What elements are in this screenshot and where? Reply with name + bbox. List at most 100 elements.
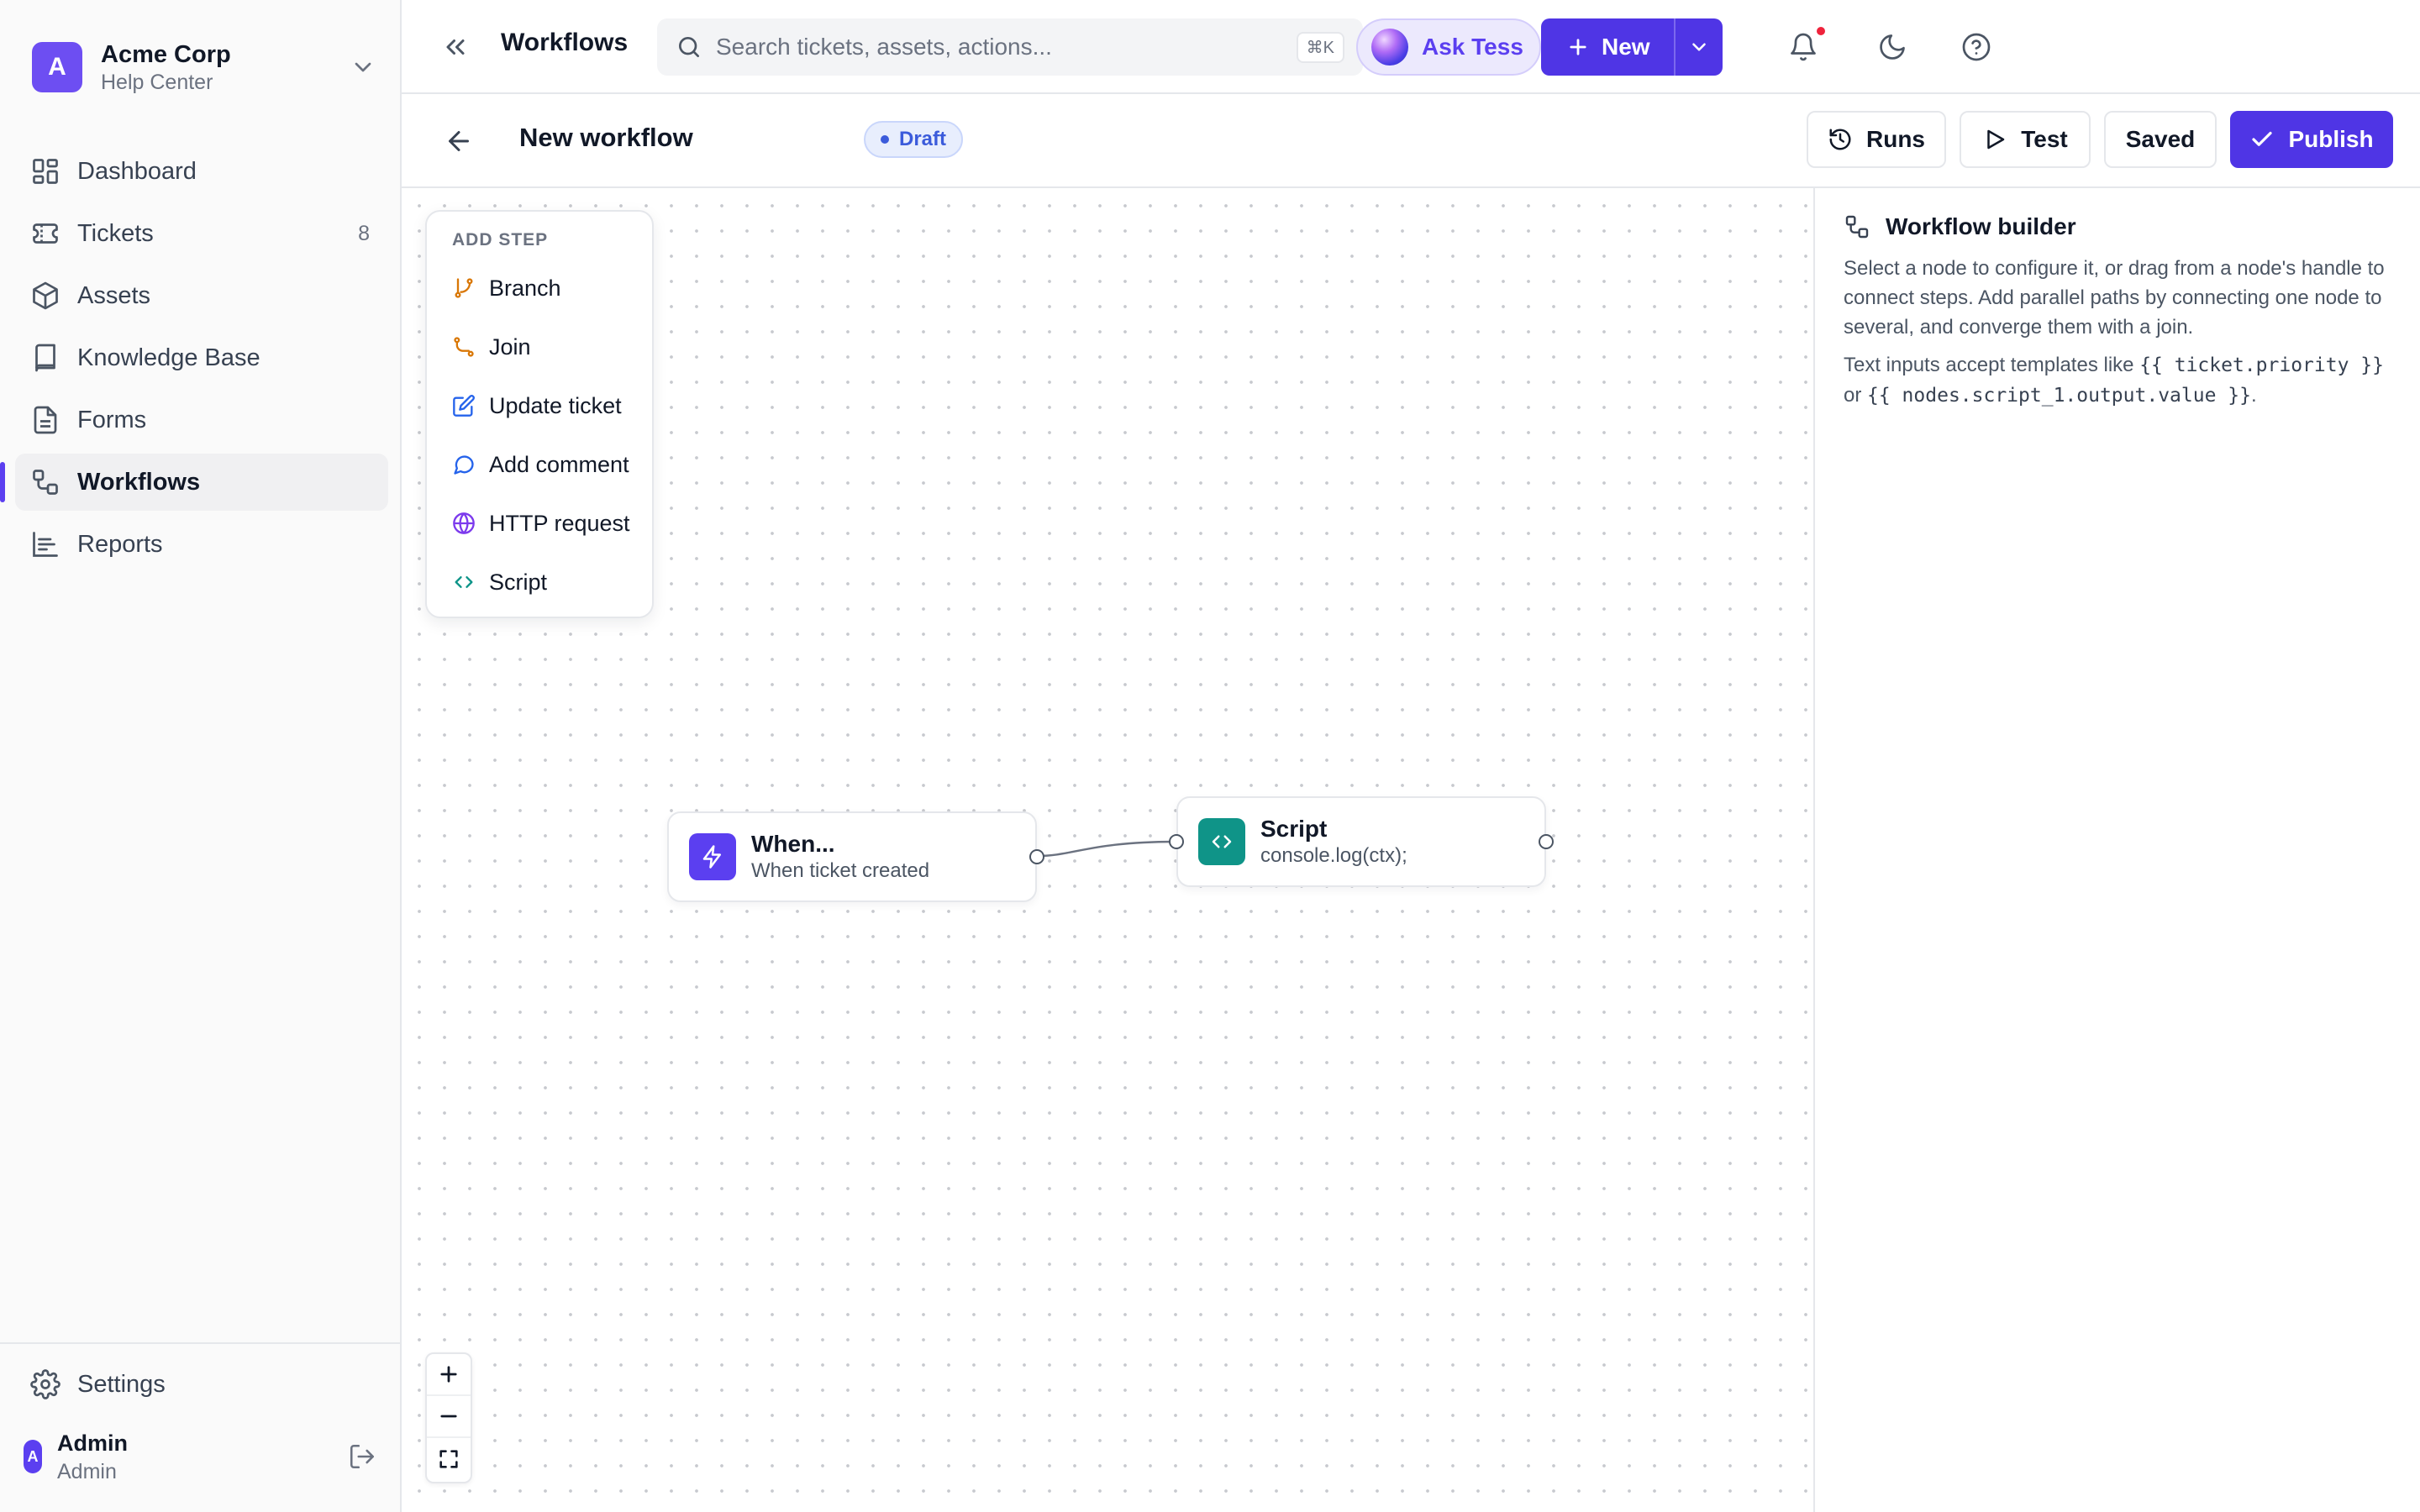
- sidebar-item-workflows[interactable]: Workflows: [0, 454, 388, 511]
- code-icon: [1212, 835, 1232, 848]
- panel-description: Select a node to configure it, or drag f…: [1844, 254, 2398, 419]
- sidebar-item-knowledge-base[interactable]: Knowledge Base: [15, 329, 388, 386]
- status-label: Draft: [899, 128, 947, 150]
- panel-title: Workflow builder: [1886, 213, 2076, 239]
- help-icon[interactable]: [1961, 32, 1991, 62]
- org-subtitle: Help Center: [101, 71, 213, 94]
- bell-icon[interactable]: [1788, 32, 1818, 62]
- sidebar-item-label: Knowledge Base: [77, 344, 260, 371]
- node-title: When...: [751, 831, 835, 857]
- saved-button[interactable]: Saved: [2104, 111, 2217, 168]
- status-dot: [881, 135, 889, 144]
- top-bar: Workflows Search tickets, assets, action…: [402, 0, 2420, 94]
- test-label: Test: [2021, 126, 2068, 152]
- chevron-down-icon: [355, 62, 371, 72]
- zoom-in-button[interactable]: [427, 1354, 471, 1396]
- logout-icon[interactable]: [348, 1442, 376, 1471]
- ticket-count-badge: 8: [358, 221, 370, 245]
- notification-dot: [1817, 27, 1825, 35]
- search-icon: [679, 37, 699, 57]
- sidebar-nav: Dashboard Tickets 8 Assets Knowledge Bas…: [0, 143, 388, 578]
- output-handle[interactable]: [1029, 849, 1044, 864]
- runs-button[interactable]: Runs: [1807, 111, 1946, 168]
- zoom-in-icon: [440, 1366, 457, 1383]
- check-icon: [2252, 131, 2273, 146]
- workflow-builder-panel: Workflow builder Select a node to config…: [1817, 188, 2420, 1512]
- template-example: {{ ticket.priority }}: [2139, 354, 2384, 376]
- sidebar-item-label: Forms: [77, 406, 147, 433]
- sidebar-item-label: Assets: [77, 281, 151, 309]
- arrow-left-icon[interactable]: [444, 126, 474, 156]
- user-role: Admin: [57, 1460, 117, 1483]
- zoom-out-button[interactable]: [427, 1396, 471, 1438]
- connection-edge[interactable]: [402, 188, 1815, 1512]
- org-name: Acme Corp: [101, 41, 231, 68]
- ticket-icon: [33, 223, 58, 244]
- workflow-icon: [1845, 215, 1869, 239]
- runs-label: Runs: [1866, 126, 1925, 152]
- panel-intro: Select a node to configure it, or drag f…: [1844, 257, 2385, 339]
- new-main-button[interactable]: New: [1541, 18, 1674, 76]
- output-handle[interactable]: [1539, 834, 1554, 849]
- assistant-orb-icon: [1371, 29, 1408, 66]
- file-icon: [34, 406, 57, 434]
- search-placeholder: Search tickets, assets, actions...: [716, 34, 1052, 60]
- sidebar-item-reports[interactable]: Reports: [15, 516, 388, 573]
- template-example: {{ nodes.script_1.output.value }}: [1867, 385, 2251, 407]
- script-node[interactable]: Script console.log(ctx);: [1169, 796, 1554, 887]
- org-switcher[interactable]: A Acme Corp Help Center: [32, 40, 376, 94]
- sidebar-item-label: Reports: [77, 530, 163, 558]
- plus-icon: [1570, 39, 1586, 55]
- sidebar-item-settings[interactable]: Settings: [30, 1369, 166, 1399]
- sidebar-item-label: Dashboard: [77, 157, 197, 185]
- node-title: Script: [1260, 816, 1328, 842]
- status-badge: Draft: [864, 121, 964, 158]
- workflow-canvas[interactable]: ADD STEP Branch Join Update ticket Add c…: [402, 188, 1815, 1512]
- new-button[interactable]: New: [1541, 18, 1723, 76]
- trigger-node[interactable]: When... When ticket created: [667, 811, 1044, 902]
- publish-button[interactable]: Publish: [2230, 111, 2393, 168]
- avatar: A: [24, 1440, 42, 1473]
- node-subtitle: When ticket created: [751, 859, 930, 882]
- input-handle[interactable]: [1169, 834, 1184, 849]
- publish-label: Publish: [2288, 126, 2374, 152]
- user-name: Admin: [57, 1431, 128, 1456]
- book-icon: [35, 344, 55, 372]
- workflow-header: New workflow Draft Runs Test Saved Publi…: [402, 94, 2420, 188]
- zoom-controls: [425, 1352, 472, 1483]
- zoom-out-icon: [440, 1415, 457, 1418]
- sidebar: A Acme Corp Help Center Dashboard Ticket…: [0, 0, 402, 1512]
- sidebar-item-forms[interactable]: Forms: [15, 391, 388, 449]
- ask-tess-button[interactable]: Ask Tess: [1356, 18, 1541, 76]
- node-subtitle: console.log(ctx);: [1260, 844, 1407, 867]
- sidebar-footer: Settings A Admin Admin: [0, 1342, 400, 1483]
- dashboard-icon: [33, 159, 58, 184]
- new-dropdown-button[interactable]: [1676, 36, 1723, 58]
- search-input[interactable]: Search tickets, assets, actions... ⌘K: [657, 18, 1363, 76]
- panel-templates-hint: Text inputs accept templates like {{ tic…: [1844, 354, 2384, 407]
- test-button[interactable]: Test: [1960, 111, 2091, 168]
- collapse-sidebar-icon[interactable]: [440, 32, 471, 62]
- box-icon: [33, 281, 58, 310]
- workflow-title[interactable]: New workflow: [519, 123, 693, 153]
- moon-icon[interactable]: [1877, 32, 1907, 62]
- fit-view-icon: [439, 1450, 458, 1468]
- new-label: New: [1602, 34, 1650, 60]
- script-node-icon: [1198, 818, 1245, 865]
- fit-view-button[interactable]: [427, 1438, 471, 1480]
- sidebar-item-label: Settings: [77, 1370, 166, 1398]
- chevron-down-icon: [1692, 43, 1706, 51]
- play-icon: [1987, 129, 2005, 150]
- sidebar-item-label: Tickets: [77, 219, 154, 247]
- org-avatar: A: [32, 42, 82, 92]
- history-icon: [1829, 129, 1851, 150]
- chart-icon: [33, 532, 58, 557]
- sidebar-item-assets[interactable]: Assets: [15, 267, 388, 324]
- saved-label: Saved: [2125, 126, 2196, 152]
- gear-icon: [30, 1369, 60, 1399]
- page-title: Workflows: [501, 29, 629, 56]
- sidebar-item-tickets[interactable]: Tickets 8: [15, 205, 388, 262]
- workflow-icon: [33, 470, 58, 495]
- sidebar-item-dashboard[interactable]: Dashboard: [15, 143, 388, 200]
- shortcut-hint: ⌘K: [1296, 31, 1344, 63]
